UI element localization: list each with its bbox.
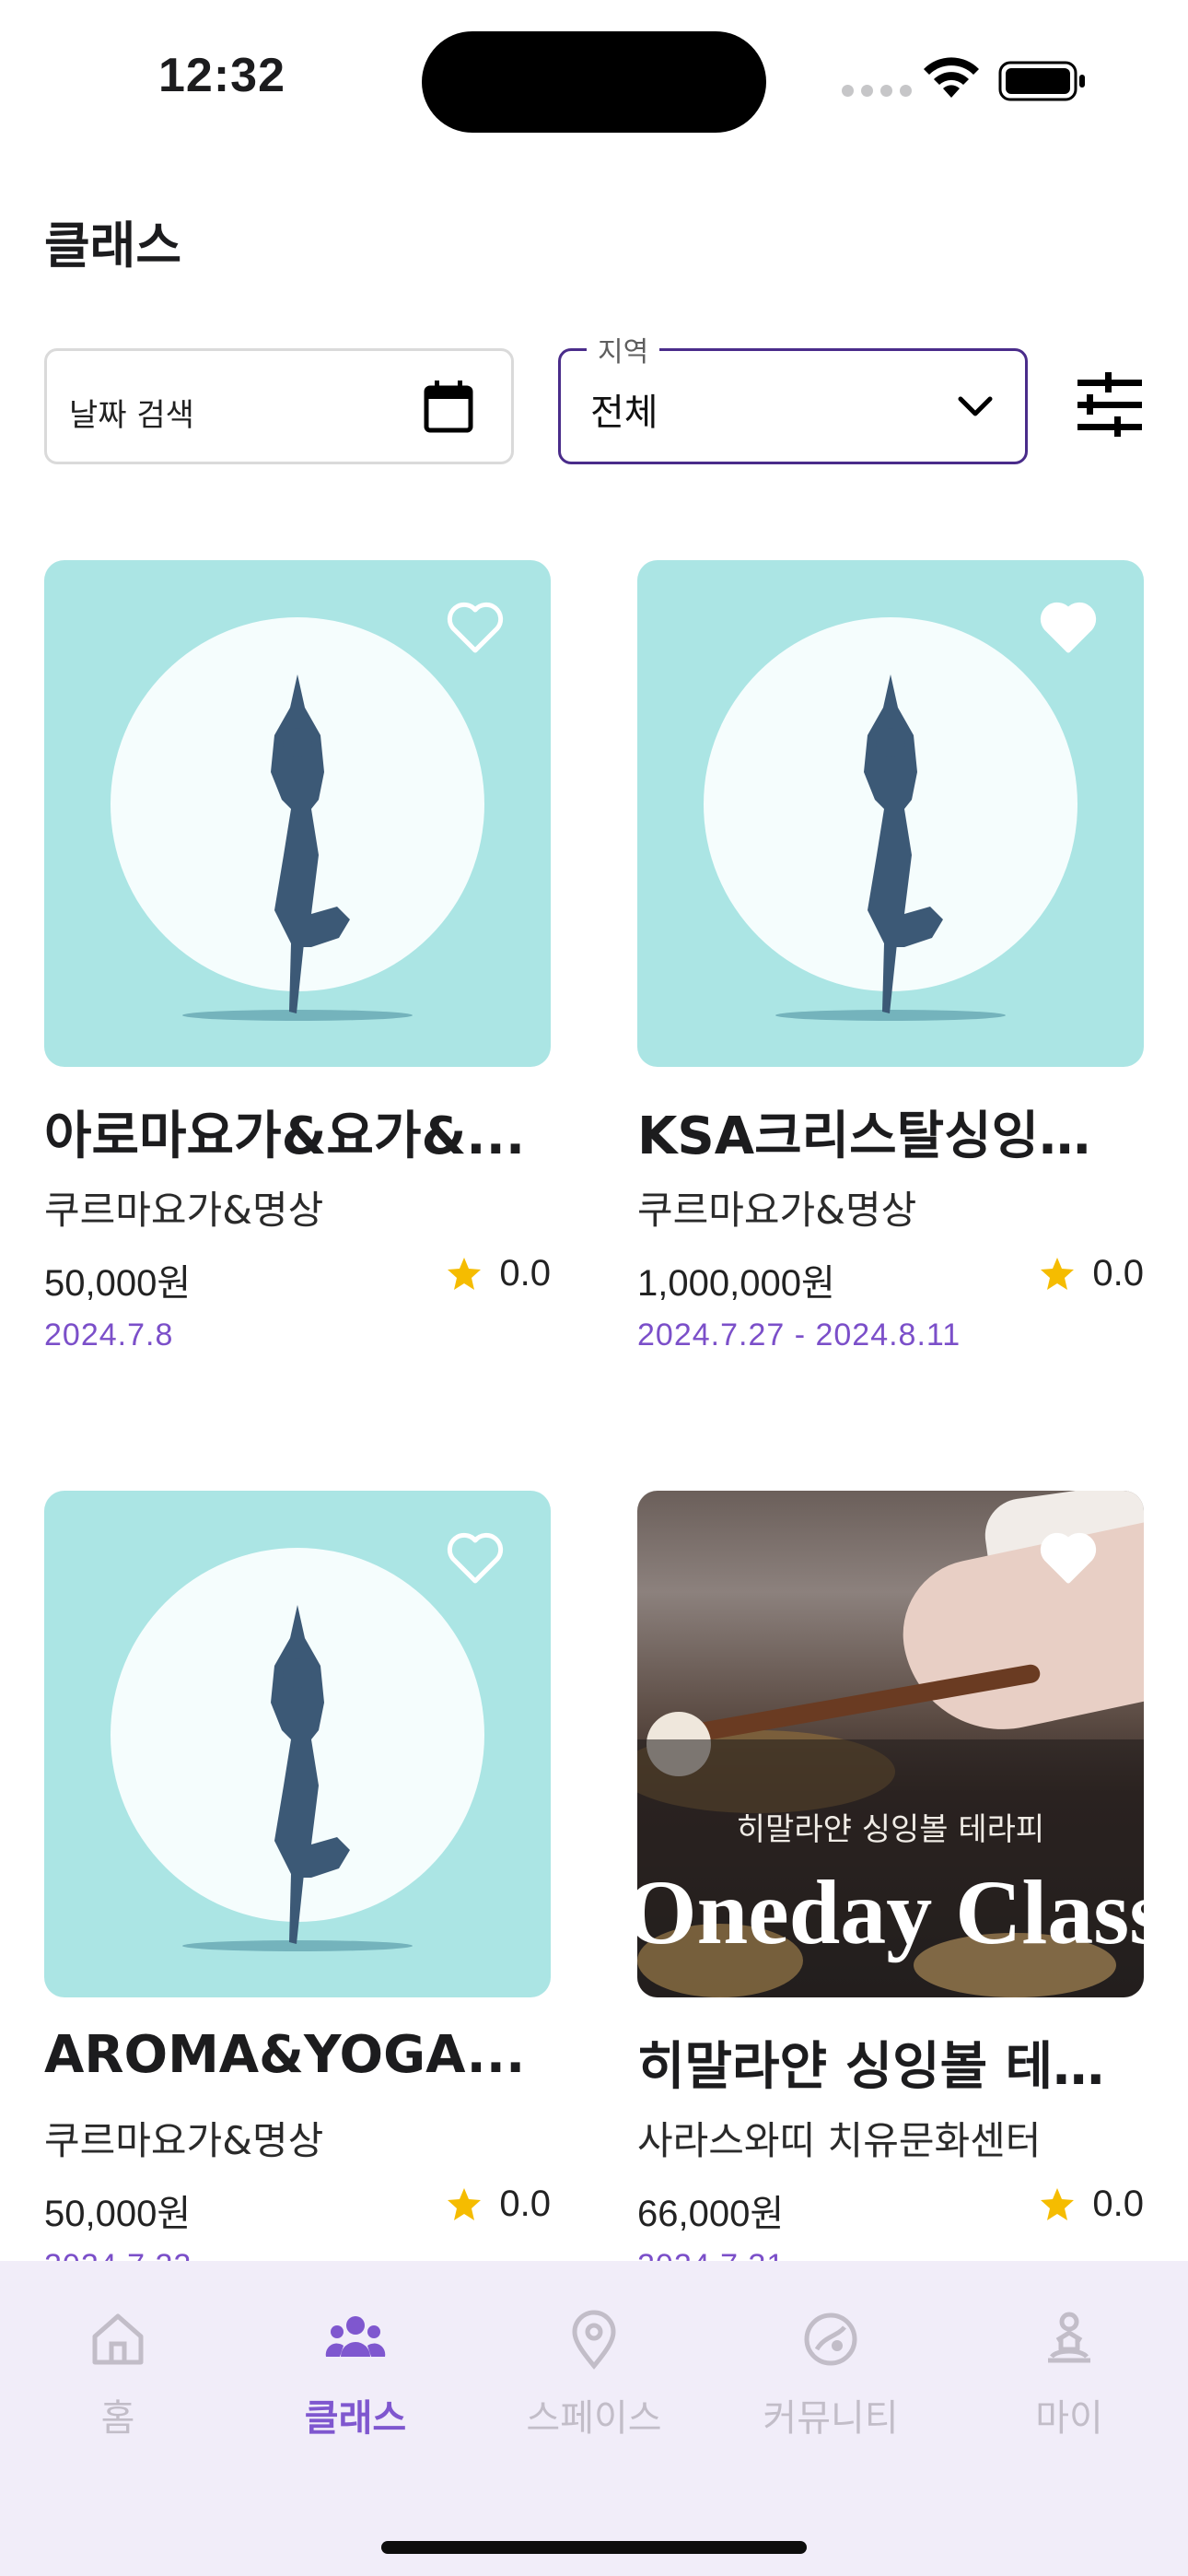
- home-indicator[interactable]: [381, 2541, 807, 2554]
- class-rating: 0.0: [446, 2184, 551, 2225]
- rating-value: 0.0: [1092, 1253, 1144, 1294]
- yoga-figure-icon: [775, 674, 1006, 1021]
- calendar-icon[interactable]: [421, 377, 476, 436]
- class-date: 2024.7.8: [44, 1317, 174, 1352]
- class-thumbnail[interactable]: 히말라얀 싱잉볼 테라피 Oneday Class: [637, 1491, 1144, 1997]
- class-rating: 0.0: [1039, 2184, 1144, 2225]
- region-select[interactable]: 지역 전체: [558, 329, 1028, 464]
- region-label: 지역: [587, 329, 660, 369]
- class-title: AROMA&YOGA...: [44, 2025, 526, 2085]
- region-value: 전체: [590, 392, 658, 434]
- class-studio: 쿠르마요가&명상: [44, 1188, 324, 1233]
- class-title: KSA크리스탈싱잉…: [637, 1107, 1091, 1166]
- filter-sliders-icon[interactable]: [1076, 372, 1144, 439]
- chevron-down-icon: [958, 396, 993, 416]
- tab-label: 커뮤니티: [763, 2397, 899, 2440]
- tab-label: 홈: [100, 2397, 135, 2440]
- rating-value: 0.0: [1092, 2184, 1144, 2224]
- date-search-field[interactable]: 날짜 검색: [44, 348, 514, 464]
- class-rating: 0.0: [1039, 1253, 1144, 1294]
- class-thumbnail[interactable]: [44, 560, 551, 1067]
- thumbnail-caption-large: Oneday Class: [637, 1861, 1144, 1963]
- tab-community[interactable]: 커뮤니티: [729, 2309, 932, 2441]
- class-title: 히말라얀 싱잉볼 테…: [637, 2037, 1105, 2097]
- date-search-placeholder: 날짜 검색: [69, 397, 194, 434]
- class-price: 50,000원: [44, 1263, 192, 1304]
- heart-filled-icon[interactable]: [1039, 1531, 1098, 1585]
- class-price: 1,000,000원: [637, 1263, 835, 1304]
- class-studio: 쿠르마요가&명상: [637, 1188, 917, 1233]
- class-studio: 사라스와띠 치유문화센터: [637, 2118, 1042, 2163]
- heart-filled-icon[interactable]: [1039, 601, 1098, 654]
- class-price: 66,000원: [637, 2194, 785, 2234]
- page-title: 클래스: [44, 217, 182, 275]
- tab-label: 스페이스: [526, 2397, 662, 2440]
- meditation-person-icon: [1048, 2312, 1090, 2363]
- star-icon: [1041, 2187, 1075, 2220]
- class-studio: 쿠르마요가&명상: [44, 2118, 324, 2163]
- tab-space[interactable]: 스페이스: [493, 2309, 695, 2441]
- tab-label: 마이: [1035, 2397, 1103, 2440]
- heart-outline-icon[interactable]: [446, 1531, 505, 1585]
- class-thumbnail[interactable]: [637, 560, 1144, 1067]
- tab-class[interactable]: 클래스: [254, 2309, 457, 2441]
- class-thumbnail[interactable]: [44, 1491, 551, 1997]
- tab-my[interactable]: 마이: [968, 2309, 1171, 2441]
- class-date: 2024.7.27 - 2024.8.11: [637, 1317, 961, 1352]
- bottom-tab-bar: 홈 클래스 스페이스 커뮤니티 마이: [0, 2261, 1188, 2576]
- status-time: 12:32: [158, 49, 285, 102]
- wifi-icon: [924, 57, 979, 98]
- location-pin-icon: [572, 2310, 616, 2370]
- thumbnail-caption: 히말라얀 싱잉볼 테라피: [736, 1811, 1045, 1848]
- rating-value: 0.0: [499, 1253, 551, 1294]
- dynamic-island: [422, 31, 766, 133]
- heart-outline-icon[interactable]: [446, 601, 505, 654]
- battery-icon: [998, 61, 1085, 101]
- yoga-figure-icon: [182, 1605, 413, 1951]
- class-price: 50,000원: [44, 2194, 192, 2234]
- yoga-figure-icon: [182, 674, 413, 1021]
- star-icon: [448, 2187, 482, 2220]
- class-rating: 0.0: [446, 1253, 551, 1294]
- star-icon: [1041, 1257, 1075, 1290]
- signal-dots-icon: [842, 85, 912, 97]
- star-icon: [448, 1257, 482, 1290]
- community-icon: [804, 2313, 857, 2366]
- class-title: 아로마요가&요가&...: [44, 1107, 526, 1166]
- rating-value: 0.0: [499, 2184, 551, 2224]
- tab-label: 클래스: [304, 2397, 407, 2440]
- home-icon: [92, 2313, 144, 2365]
- people-icon: [325, 2316, 386, 2357]
- tab-home[interactable]: 홈: [17, 2309, 219, 2441]
